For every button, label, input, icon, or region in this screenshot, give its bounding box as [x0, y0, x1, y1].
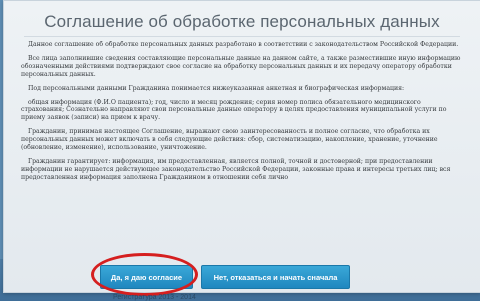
agreement-paragraph: Данное соглашение об обработке персональ… [28, 41, 459, 48]
agreement-paragraph: Под персональными данными Гражданина пон… [28, 84, 405, 92]
highlight-circle [91, 253, 198, 296]
agreement-paragraph: общая информация (Ф.И.О пациента); год, … [21, 98, 447, 122]
agreement-paragraph: Гражданин гарантирует: информация, им пр… [21, 157, 451, 181]
consent-dialog: Соглашение об обработке персональных дан… [3, 0, 480, 296]
agreement-paragraph: Гражданин, принимая настоящее Соглашение… [21, 128, 438, 152]
title-divider [24, 36, 460, 37]
decline-button[interactable]: Нет, отказаться и начать сначала [201, 265, 350, 289]
dialog-title: Соглашение об обработке персональных дан… [44, 12, 440, 31]
agreement-paragraph: Все лица заполнившие сведения составляющ… [21, 54, 461, 78]
agreement-text[interactable]: Данное соглашение об обработке персональ… [21, 41, 461, 255]
footer-text: Регистратура 2013 - 2014 [113, 294, 196, 301]
